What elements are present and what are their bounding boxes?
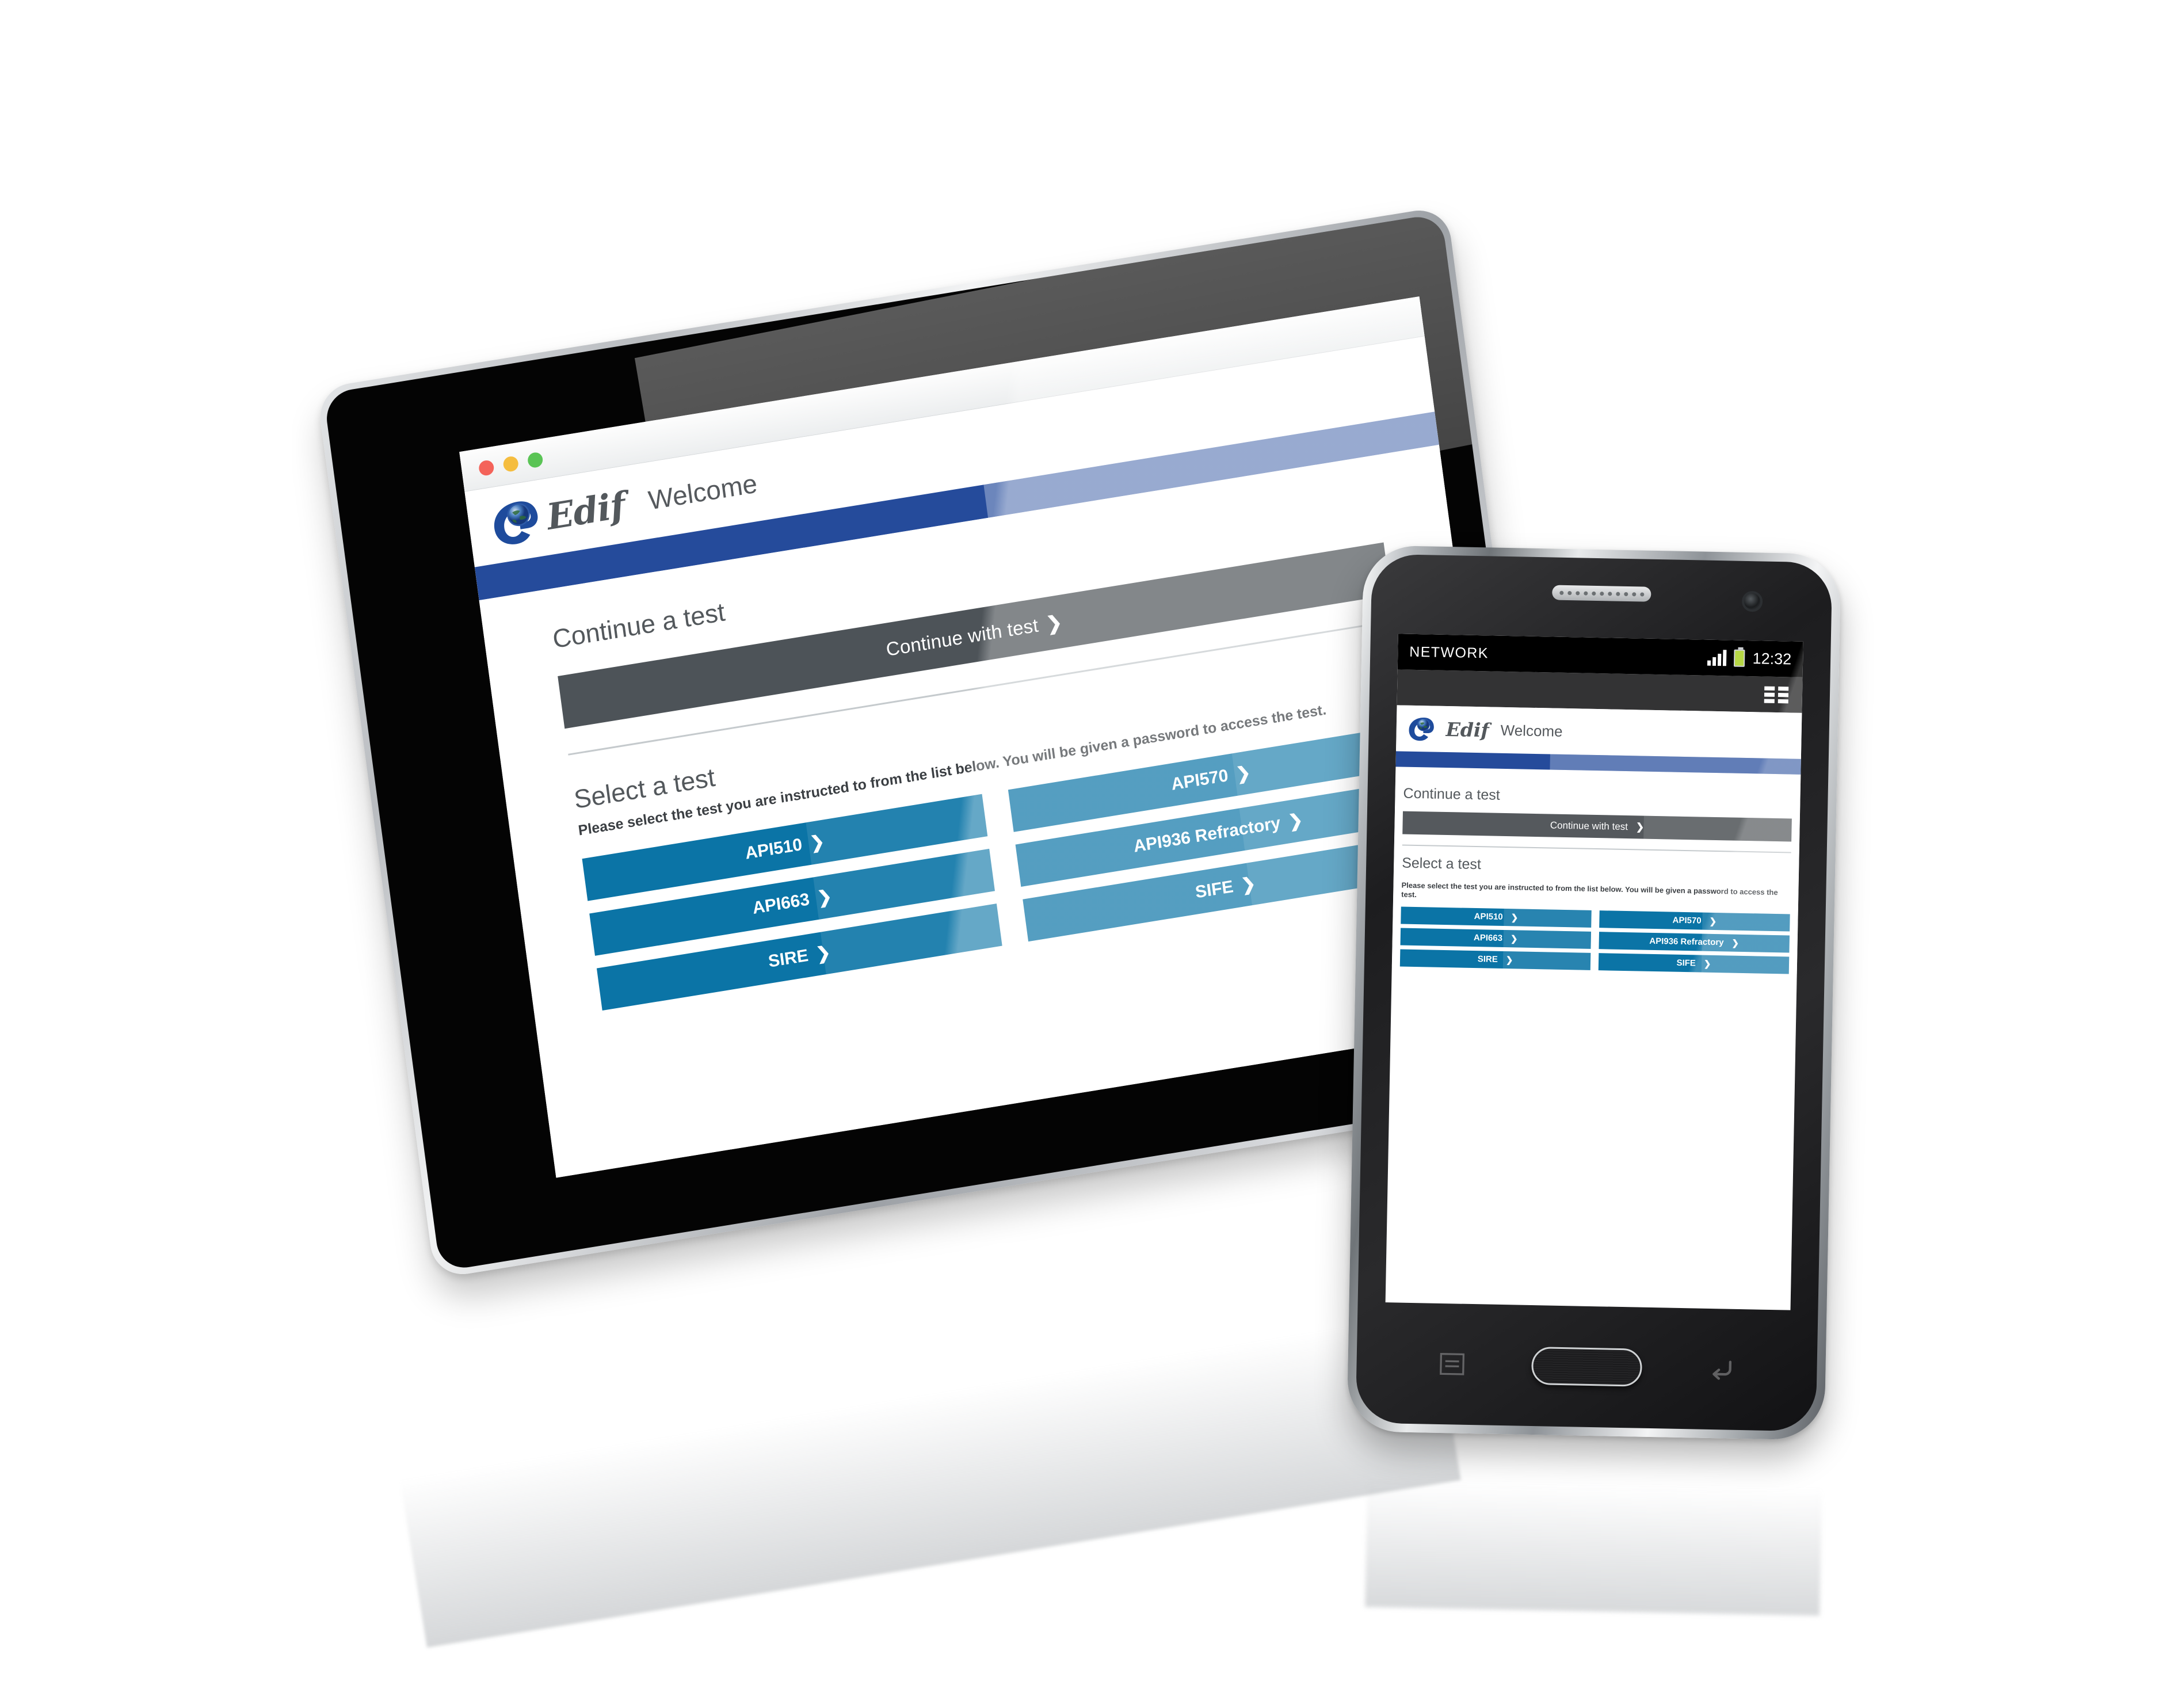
signal-bars-icon: [1707, 650, 1727, 666]
test-button-api510[interactable]: API510 ❯: [1401, 906, 1592, 928]
continue-with-test-label: Continue with test: [1550, 819, 1628, 833]
minimize-window-button[interactable]: [502, 455, 520, 472]
continue-with-test-label: Continue with test: [884, 614, 1040, 660]
promo-scene: Edif Welcome Continue a test Continue wi…: [0, 0, 2178, 1708]
test-button-api570[interactable]: API570 ❯: [1599, 910, 1790, 932]
chevron-right-icon: ❯: [1505, 955, 1513, 965]
test-label: SIFE: [1194, 877, 1235, 902]
phone-device: NETWORK 12:32 Edif Welcome Continue a te…: [1347, 545, 1841, 1440]
back-soft-key-icon[interactable]: [1706, 1354, 1737, 1385]
test-button-sife[interactable]: SIFE ❯: [1598, 952, 1790, 974]
phone-reflection: [1365, 1434, 1823, 1616]
test-label: API510: [1474, 911, 1503, 922]
test-label: SIRE: [767, 946, 810, 971]
phone-app-header: Edif Welcome: [1395, 705, 1802, 759]
test-list: API510 ❯ API570 ❯ API663 ❯ API936 Refrac…: [1399, 906, 1790, 974]
test-label: API936 Refractory: [1132, 813, 1282, 856]
select-section-intro: Please select the test you are instructe…: [1401, 880, 1778, 899]
test-label: API663: [1473, 932, 1503, 943]
chevron-right-icon: ❯: [1510, 933, 1518, 944]
chevron-right-icon: ❯: [1287, 810, 1304, 832]
test-label: SIFE: [1676, 958, 1696, 969]
page-title: Welcome: [646, 468, 759, 516]
close-window-button[interactable]: [478, 459, 495, 476]
brand-logo-text: Edif: [544, 483, 628, 538]
test-button-api936-refractory[interactable]: API936 Refractory ❯: [1599, 931, 1790, 953]
phone-page-content: Continue a test Continue with test ❯ Sel…: [1391, 767, 1801, 974]
phone-top-bezel: [1371, 554, 1833, 642]
edif-globe-e-logo-icon: [1409, 718, 1434, 741]
chevron-right-icon: ❯: [1511, 912, 1519, 922]
tablet-reflection: [392, 1264, 1461, 1648]
phone-body: NETWORK 12:32 Edif Welcome Continue a te…: [1355, 554, 1833, 1432]
phone-screen: NETWORK 12:32 Edif Welcome Continue a te…: [1385, 634, 1803, 1310]
battery-icon: [1734, 649, 1745, 667]
earpiece-speaker-icon: [1552, 585, 1651, 602]
chevron-right-icon: ❯: [1731, 938, 1740, 948]
status-indicators: 12:32: [1707, 649, 1791, 668]
front-camera-lens-icon: [1741, 590, 1763, 612]
continue-section-heading: Continue a test: [1403, 785, 1500, 803]
edif-globe-e-logo-icon: [494, 501, 538, 544]
chevron-right-icon: ❯: [1635, 821, 1645, 833]
zoom-window-button[interactable]: [527, 451, 544, 468]
phone-bottom-bezel: [1356, 1302, 1818, 1431]
grid-menu-icon[interactable]: [1764, 686, 1789, 703]
chevron-right-icon: ❯: [808, 832, 826, 853]
chevron-right-icon: ❯: [816, 886, 833, 908]
chevron-right-icon: ❯: [1709, 916, 1717, 927]
test-label: API663: [751, 890, 811, 918]
home-button[interactable]: [1531, 1347, 1643, 1387]
chevron-right-icon: ❯: [1234, 762, 1252, 784]
test-label: API570: [1170, 766, 1230, 794]
continue-with-test-button[interactable]: Continue with test ❯: [1402, 811, 1792, 842]
test-button-api663[interactable]: API663 ❯: [1400, 928, 1592, 949]
chevron-right-icon: ❯: [1703, 959, 1711, 969]
test-button-sire[interactable]: SIRE ❯: [1399, 949, 1591, 970]
chevron-right-icon: ❯: [1239, 874, 1257, 895]
menu-soft-key-icon[interactable]: [1437, 1349, 1467, 1379]
brand-logo-text: Edif: [1445, 718, 1490, 741]
test-label: SIRE: [1477, 954, 1498, 964]
test-label: API936 Refractory: [1649, 936, 1724, 948]
status-clock: 12:32: [1752, 649, 1792, 668]
section-divider: [1402, 844, 1791, 853]
chevron-right-icon: ❯: [1044, 611, 1064, 635]
carrier-label: NETWORK: [1409, 643, 1489, 661]
test-label: API510: [743, 834, 804, 863]
brand-logo-lockup[interactable]: Edif: [487, 480, 628, 551]
chevron-right-icon: ❯: [815, 942, 832, 964]
test-label: API570: [1672, 915, 1702, 926]
select-section-heading: Select a test: [1401, 855, 1482, 873]
page-title: Welcome: [1500, 721, 1563, 740]
